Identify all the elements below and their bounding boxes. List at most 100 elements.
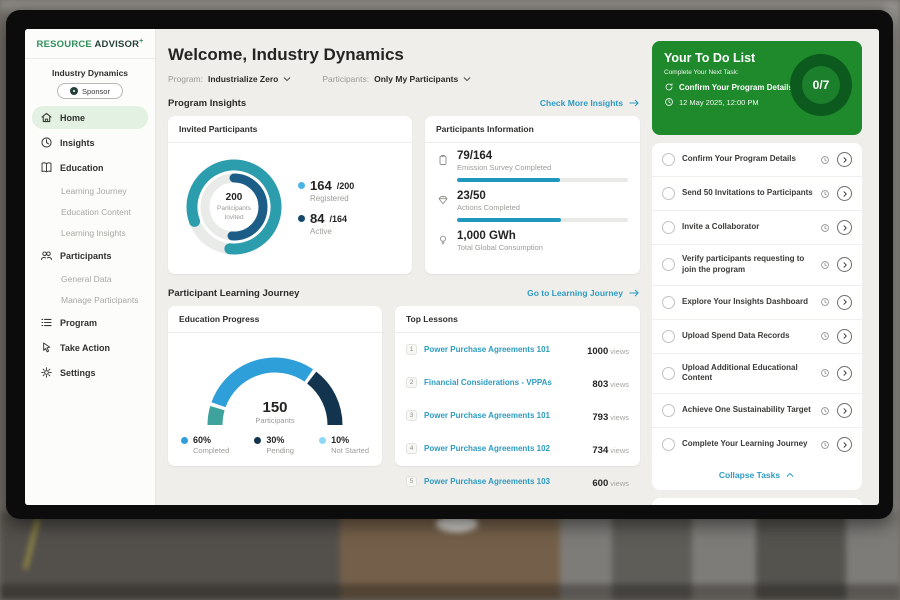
open-task-button[interactable]: [837, 186, 852, 201]
clock-icon: [820, 368, 830, 378]
open-task-button[interactable]: [837, 329, 852, 344]
sponsor-badge[interactable]: Sponsor: [57, 83, 123, 99]
legend-label: Completed: [193, 446, 229, 455]
sidebar-item[interactable]: General Data: [32, 269, 148, 288]
task-label: Verify participants requesting to join t…: [682, 254, 813, 276]
lesson-views: 1000: [587, 346, 608, 357]
task-row[interactable]: Verify participants requesting to join t…: [652, 245, 862, 286]
task-row[interactable]: Complete Your Learning Journey: [652, 428, 862, 461]
legend-item: 10% Not Started: [319, 435, 369, 455]
lesson-views-suffix: views: [610, 446, 629, 455]
task-checkbox[interactable]: [662, 296, 675, 309]
go-to-learning-journey-link[interactable]: Go to Learning Journey: [527, 287, 640, 299]
clock-icon: [820, 189, 830, 199]
open-task-button[interactable]: [837, 152, 852, 167]
sidebar-item-label: Learning Journey: [61, 186, 127, 196]
sidebar-item[interactable]: Education: [32, 156, 148, 179]
actions-icon: [437, 193, 449, 205]
participants-information-card: Participants Information 79/164 Emission…: [425, 116, 640, 274]
legend-dot: [181, 437, 188, 444]
task-row[interactable]: Confirm Your Program Details: [652, 143, 862, 177]
chevron-right-icon: [841, 224, 849, 232]
sidebar-item-label: Settings: [60, 368, 96, 378]
open-task-button[interactable]: [837, 295, 852, 310]
gauge-count-label: Participants: [190, 416, 360, 425]
sidebar-item[interactable]: Learning Journey: [32, 181, 148, 200]
lesson-link[interactable]: Financial Considerations - VPPAs: [424, 378, 585, 387]
open-task-button[interactable]: [837, 257, 852, 272]
sidebar: RESOURCE ADVISOR+ Industry Dynamics Spon…: [25, 29, 156, 505]
main-content: Welcome, Industry Dynamics Program: Indu…: [168, 29, 640, 466]
task-checkbox[interactable]: [662, 438, 675, 451]
sidebar-item[interactable]: Education Content: [32, 202, 148, 221]
lesson-link[interactable]: Power Purchase Agreements 101: [424, 411, 585, 420]
stat-row: 79/164 Emission Survey Completed: [425, 143, 640, 182]
task-checkbox[interactable]: [662, 258, 675, 271]
collapse-tasks-link[interactable]: Collapse Tasks: [652, 461, 862, 490]
task-checkbox[interactable]: [662, 404, 675, 417]
open-task-button[interactable]: [837, 366, 852, 381]
task-row[interactable]: Invite a Collaborator: [652, 211, 862, 245]
todo-summary-card: Your To Do List Complete Your Next Task:…: [652, 41, 862, 135]
task-row[interactable]: Achieve One Sustainability Target: [652, 394, 862, 428]
logo-resource: RESOURCE: [37, 39, 92, 50]
legend-percent: 60%: [193, 435, 229, 445]
task-checkbox[interactable]: [662, 330, 675, 343]
lesson-views-suffix: views: [610, 413, 629, 422]
top-lessons-title: Top Lessons: [395, 306, 640, 333]
clipboard-icon: [437, 153, 449, 165]
education-legend: 60% Completed 30% Pending: [168, 427, 382, 455]
lesson-views-suffix: views: [610, 479, 629, 488]
sidebar-item[interactable]: Manage Participants: [32, 290, 148, 309]
program-filter[interactable]: Program: Industrialize Zero: [168, 74, 292, 84]
stat-progress-fill: [457, 178, 560, 182]
task-checkbox[interactable]: [662, 221, 675, 234]
learning-journey-header: Participant Learning Journey Go to Learn…: [168, 287, 640, 299]
task-checkbox[interactable]: [662, 187, 675, 200]
sidebar-item-label: Manage Participants: [61, 295, 139, 305]
task-label: Invite a Collaborator: [682, 222, 813, 233]
lesson-rank: 4: [406, 443, 417, 454]
top-lessons-card: Top Lessons 1 Power Purchase Agreements …: [395, 306, 640, 466]
sidebar-item[interactable]: Learning Insights: [32, 223, 148, 242]
stat-progress-fill: [457, 218, 561, 222]
sidebar-item[interactable]: Settings: [32, 361, 148, 384]
program-insights-header: Program Insights Check More Insights: [168, 97, 640, 109]
stat-progress-bar: [457, 218, 628, 222]
lesson-rank: 2: [406, 377, 417, 388]
clock-icon: [820, 440, 830, 450]
open-task-button[interactable]: [837, 403, 852, 418]
task-checkbox[interactable]: [662, 367, 675, 380]
sidebar-item[interactable]: Take Action: [32, 336, 148, 359]
sidebar-item[interactable]: Program: [32, 311, 148, 334]
open-task-button[interactable]: [837, 220, 852, 235]
participants-filter[interactable]: Participants: Only My Participants: [322, 74, 472, 84]
lesson-link[interactable]: Power Purchase Agreements 103: [424, 477, 585, 486]
task-row[interactable]: Upload Additional Educational Content: [652, 354, 862, 395]
task-row[interactable]: Explore Your Insights Dashboard: [652, 286, 862, 320]
refresh-icon: [664, 82, 674, 92]
go-to-learning-journey-label: Go to Learning Journey: [527, 288, 623, 298]
legend-label: Not Started: [331, 446, 369, 455]
stat-label: Emission Survey Completed: [457, 163, 551, 172]
sidebar-item[interactable]: Participants: [32, 244, 148, 267]
lesson-link[interactable]: Power Purchase Agreements 101: [424, 345, 580, 354]
clock-icon: [820, 406, 830, 416]
open-task-button[interactable]: [837, 437, 852, 452]
sidebar-nav: Home Insights Education Learning Journey…: [25, 106, 155, 384]
chevron-up-icon: [785, 470, 795, 480]
sidebar-item[interactable]: Home: [32, 106, 148, 129]
gauge-count: 150: [190, 399, 360, 416]
task-checkbox[interactable]: [662, 153, 675, 166]
lesson-link[interactable]: Power Purchase Agreements 102: [424, 444, 585, 453]
task-row[interactable]: Send 50 Invitations to Participants: [652, 177, 862, 211]
task-row[interactable]: Upload Spend Data Records: [652, 320, 862, 354]
sidebar-item[interactable]: Insights: [32, 131, 148, 154]
program-filter-label: Program:: [168, 74, 203, 84]
check-more-insights-link[interactable]: Check More Insights: [540, 97, 640, 109]
lesson-views-suffix: views: [610, 380, 629, 389]
lesson-row: 4 Power Purchase Agreements 102 734views: [395, 432, 640, 465]
chevron-right-icon: [841, 332, 849, 340]
chevron-down-icon: [282, 74, 292, 84]
insights-cards-row: Invited Participants 200 Participants In…: [168, 116, 640, 274]
